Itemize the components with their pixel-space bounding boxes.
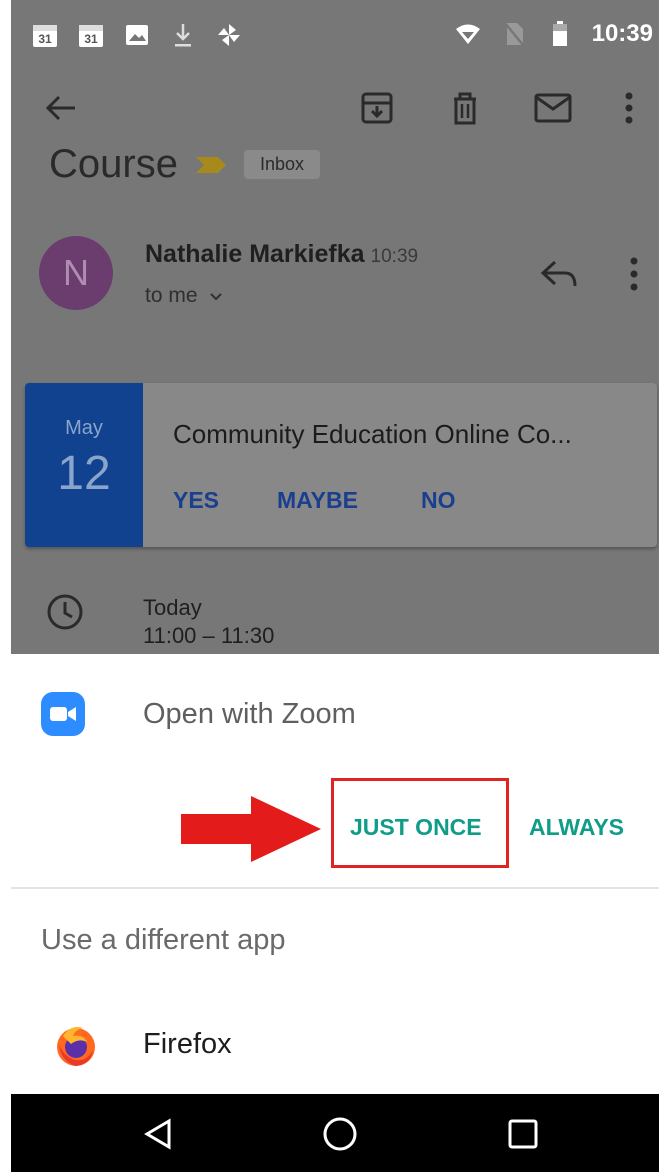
- event-day: 12: [57, 447, 111, 500]
- rsvp-maybe-button[interactable]: MAYBE: [277, 487, 358, 514]
- pinwheel-icon: [215, 22, 243, 48]
- importance-marker-icon: [195, 156, 226, 173]
- divider: [11, 887, 659, 889]
- rsvp-no-button[interactable]: NO: [421, 487, 456, 514]
- nav-recents-icon[interactable]: [503, 1114, 543, 1154]
- chevron-down-icon: [210, 293, 223, 301]
- open-with-zoom-label: Open with Zoom: [143, 698, 356, 730]
- more-vert-icon[interactable]: [607, 86, 651, 130]
- dimmed-email-background: 31 31 10:39 Course Inbox N Nathalie Mark…: [11, 0, 659, 654]
- firefox-icon: [57, 1027, 95, 1066]
- email-toolbar: [11, 70, 659, 150]
- rsvp-yes-button[interactable]: YES: [173, 487, 219, 514]
- battery-icon: [546, 21, 574, 47]
- archive-icon[interactable]: [355, 86, 399, 130]
- sent-time: 10:39: [370, 246, 419, 267]
- avatar[interactable]: N: [39, 236, 113, 310]
- calendar-icon: 31: [77, 22, 105, 48]
- status-time: 10:39: [591, 20, 653, 47]
- app-chooser-sheet: Open with Zoom JUST ONCE ALWAYS Use a di…: [11, 654, 659, 1094]
- svg-text:31: 31: [84, 32, 98, 46]
- always-button[interactable]: ALWAYS: [529, 814, 624, 841]
- nav-home-icon[interactable]: [320, 1114, 360, 1154]
- recipient-toggle[interactable]: to me: [145, 284, 223, 308]
- reply-icon[interactable]: [539, 256, 579, 292]
- just-once-button[interactable]: JUST ONCE: [350, 814, 482, 841]
- event-when-time: 11:00 – 11:30: [143, 623, 275, 648]
- zoom-app-icon: [41, 692, 85, 736]
- sender-name: Nathalie Markiefka: [145, 240, 365, 268]
- back-arrow-icon[interactable]: [39, 86, 83, 130]
- download-icon: [169, 22, 197, 48]
- clock-icon: [47, 594, 83, 630]
- email-subject: Course Inbox: [49, 142, 320, 187]
- status-bar: 31 31 10:39: [11, 10, 659, 60]
- use-different-app-heading: Use a different app: [41, 924, 286, 956]
- more-vert-icon[interactable]: [629, 254, 639, 294]
- calendar-invite-card[interactable]: May 12 Community Education Online Co... …: [25, 383, 657, 547]
- system-nav-bar: [11, 1094, 659, 1172]
- zoom-app-row[interactable]: Open with Zoom: [11, 684, 659, 748]
- no-sim-icon: [500, 21, 528, 47]
- recipient-label: to me: [145, 284, 198, 307]
- event-date-block: May 12: [25, 383, 143, 547]
- calendar-icon: 31: [31, 22, 59, 48]
- sender-name-line: Nathalie Markiefka 10:39: [145, 240, 418, 269]
- red-arrow-annotation-icon: [181, 796, 321, 862]
- image-icon: [123, 22, 151, 48]
- event-when-text: Today 11:00 – 11:30: [143, 594, 274, 650]
- inbox-label-chip[interactable]: Inbox: [243, 150, 320, 179]
- event-month: May: [65, 417, 103, 439]
- firefox-label: Firefox: [143, 1028, 232, 1060]
- chooser-button-row: JUST ONCE ALWAYS: [11, 776, 659, 872]
- subject-text: Course: [49, 142, 178, 186]
- phone-screen: 31 31 10:39 Course Inbox N Nathalie Mark…: [11, 0, 659, 1172]
- delete-icon[interactable]: [443, 86, 487, 130]
- nav-back-icon[interactable]: [138, 1114, 178, 1154]
- event-when-day: Today: [143, 595, 202, 620]
- event-title: Community Education Online Co...: [173, 419, 572, 449]
- firefox-app-row[interactable]: Firefox: [11, 1014, 659, 1078]
- svg-text:31: 31: [38, 32, 52, 46]
- sender-row: N Nathalie Markiefka 10:39 to me: [39, 236, 649, 316]
- wifi-icon: [454, 21, 482, 47]
- mark-unread-icon[interactable]: [531, 86, 575, 130]
